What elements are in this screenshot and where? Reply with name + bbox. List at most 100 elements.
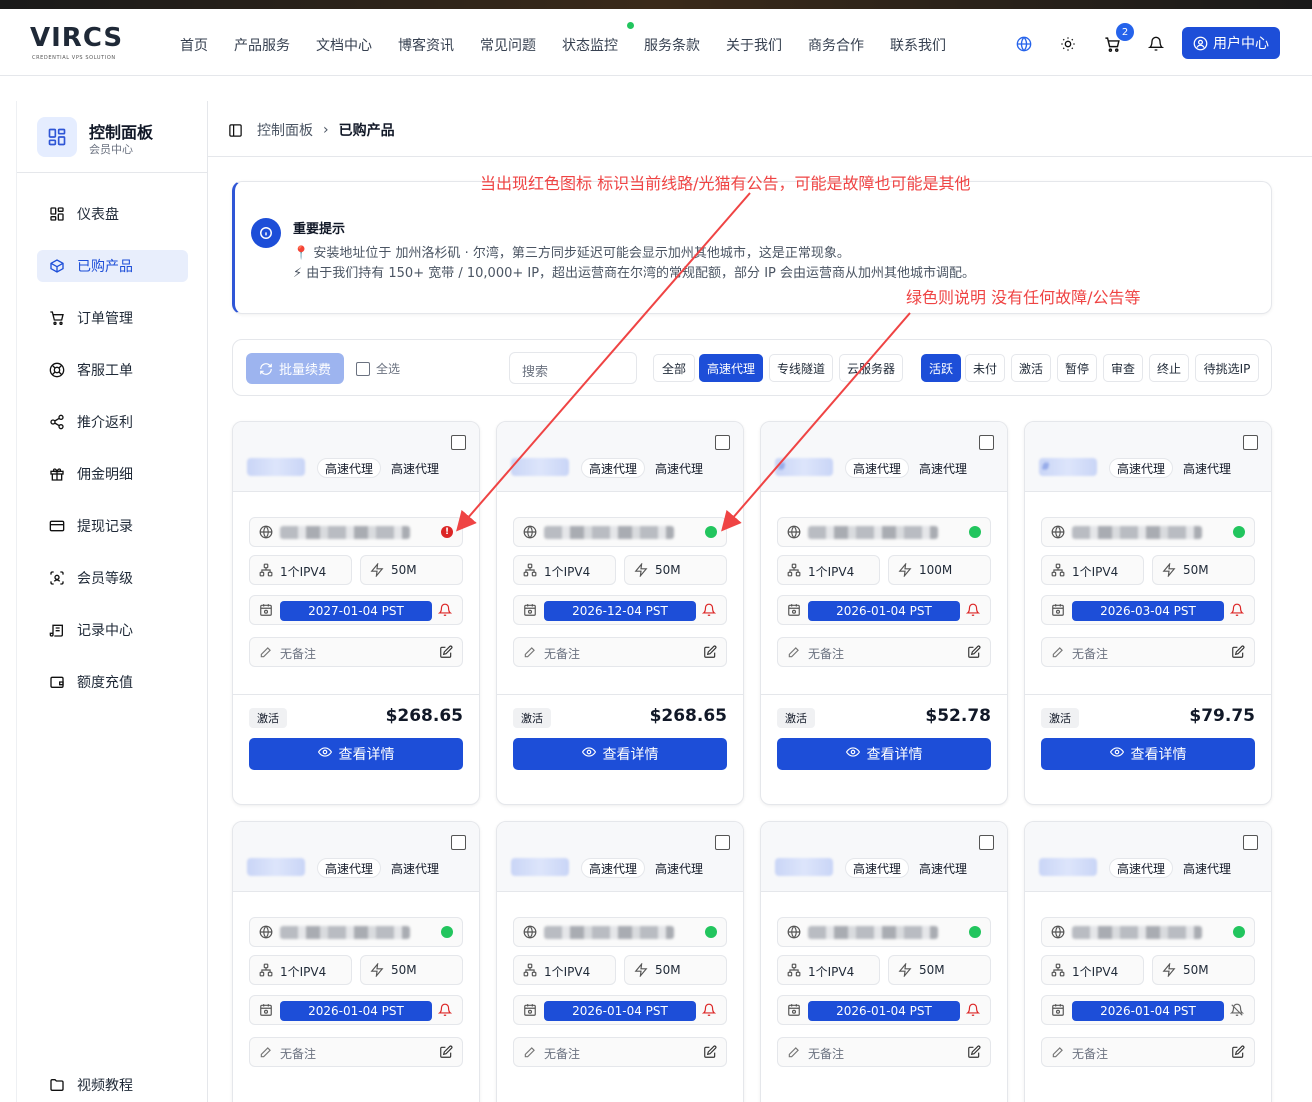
card-checkbox[interactable]	[1243, 435, 1258, 450]
filter-state-active[interactable]: 活跃	[921, 354, 961, 382]
status-alert-icon[interactable]: !	[441, 526, 453, 538]
note-row[interactable]: 无备注	[777, 637, 991, 667]
card-checkbox[interactable]	[715, 835, 730, 850]
sidebar-item-dashboard[interactable]: 仪表盘	[37, 198, 188, 230]
nav-blog[interactable]: 博客资讯	[398, 35, 454, 55]
ip-row[interactable]	[513, 517, 727, 547]
product-name[interactable]	[247, 458, 305, 476]
search-input[interactable]: 搜索	[509, 352, 637, 384]
note-row[interactable]: 无备注	[777, 1037, 991, 1067]
nav-status[interactable]: 状态监控	[562, 35, 618, 55]
ip-row[interactable]	[1041, 917, 1255, 947]
filter-type-all[interactable]: 全部	[653, 354, 695, 382]
user-center-button[interactable]: 用户中心	[1182, 27, 1280, 59]
filter-type-cloud[interactable]: 云服务器	[839, 354, 903, 382]
card-checkbox[interactable]	[451, 435, 466, 450]
sidebar-item-membership[interactable]: 会员等级	[37, 562, 188, 594]
edit-note-icon[interactable]	[703, 645, 717, 662]
bell-icon[interactable]	[701, 1003, 717, 1020]
status-ok-dot[interactable]	[705, 526, 717, 538]
product-name[interactable]	[247, 858, 305, 876]
sidebar-item-purchased[interactable]: 已购产品	[37, 250, 188, 282]
status-ok-dot[interactable]	[1233, 526, 1245, 538]
sidebar-toggle-icon[interactable]	[228, 123, 243, 138]
nav-business[interactable]: 商务合作	[808, 35, 864, 55]
sidebar-item-video-tutorial[interactable]: 视频教程	[37, 1069, 188, 1101]
product-name[interactable]: #	[775, 458, 833, 476]
select-all[interactable]: 全选	[356, 360, 400, 377]
view-details-button[interactable]: 查看详情	[513, 738, 727, 770]
status-ok-dot[interactable]	[705, 926, 717, 938]
bell-off-icon[interactable]	[1229, 1003, 1245, 1020]
edit-note-icon[interactable]	[967, 645, 981, 662]
note-row[interactable]: 无备注	[513, 637, 727, 667]
sidebar-item-referral[interactable]: 推介返利	[37, 406, 188, 438]
site-logo[interactable]: VIRCS CREDENTIAL VPS SOLUTION	[30, 23, 130, 63]
nav-products[interactable]: 产品服务	[234, 35, 290, 55]
note-row[interactable]: 无备注	[249, 1037, 463, 1067]
sidebar-item-orders[interactable]: 订单管理	[37, 302, 188, 334]
bell-icon[interactable]	[1229, 603, 1245, 620]
filter-type-proxy[interactable]: 高速代理	[699, 354, 763, 382]
nav-docs[interactable]: 文档中心	[316, 35, 372, 55]
ip-row[interactable]	[777, 517, 991, 547]
view-details-button[interactable]: 查看详情	[777, 738, 991, 770]
view-details-button[interactable]: 查看详情	[1041, 738, 1255, 770]
globe-icon[interactable]	[1015, 35, 1033, 53]
edit-note-icon[interactable]	[1231, 1045, 1245, 1062]
ip-row[interactable]	[513, 917, 727, 947]
edit-note-icon[interactable]	[1231, 645, 1245, 662]
bell-icon[interactable]	[437, 1003, 453, 1020]
card-checkbox[interactable]	[715, 435, 730, 450]
nav-faq[interactable]: 常见问题	[480, 35, 536, 55]
sidebar-item-topup[interactable]: 额度充值	[37, 666, 188, 698]
note-row[interactable]: 无备注	[1041, 637, 1255, 667]
card-checkbox[interactable]	[1243, 835, 1258, 850]
filter-state-pending-ip[interactable]: 待挑选IP	[1195, 354, 1259, 382]
edit-note-icon[interactable]	[703, 1045, 717, 1062]
edit-note-icon[interactable]	[439, 1045, 453, 1062]
bell-icon[interactable]	[1147, 35, 1165, 53]
select-all-checkbox[interactable]	[356, 361, 370, 376]
nav-contact[interactable]: 联系我们	[890, 35, 946, 55]
edit-note-icon[interactable]	[439, 645, 453, 662]
bell-icon[interactable]	[701, 603, 717, 620]
status-ok-dot[interactable]	[969, 926, 981, 938]
filter-state-paused[interactable]: 暂停	[1057, 354, 1097, 382]
filter-state-activated[interactable]: 激活	[1011, 354, 1051, 382]
product-name[interactable]	[775, 858, 833, 876]
edit-note-icon[interactable]	[967, 1045, 981, 1062]
breadcrumb-parent[interactable]: 控制面板	[257, 120, 313, 140]
card-checkbox[interactable]	[979, 435, 994, 450]
ip-row[interactable]: !	[249, 517, 463, 547]
status-ok-dot[interactable]	[441, 926, 453, 938]
product-name[interactable]: #	[1039, 458, 1097, 476]
nav-terms[interactable]: 服务条款	[644, 35, 700, 55]
product-name[interactable]	[1039, 858, 1097, 876]
sidebar-item-commission[interactable]: 佣金明细	[37, 458, 188, 490]
filter-state-terminated[interactable]: 终止	[1149, 354, 1189, 382]
card-checkbox[interactable]	[451, 835, 466, 850]
ip-row[interactable]	[249, 917, 463, 947]
bell-icon[interactable]	[965, 1003, 981, 1020]
nav-home[interactable]: 首页	[180, 35, 208, 55]
card-checkbox[interactable]	[979, 835, 994, 850]
product-name[interactable]	[511, 858, 569, 876]
product-name[interactable]	[511, 458, 569, 476]
ip-row[interactable]	[1041, 517, 1255, 547]
note-row[interactable]: 无备注	[249, 637, 463, 667]
ip-row[interactable]	[777, 917, 991, 947]
sun-icon[interactable]	[1059, 35, 1077, 53]
view-details-button[interactable]: 查看详情	[249, 738, 463, 770]
batch-renew-button[interactable]: 批量续费	[246, 353, 344, 384]
filter-state-review[interactable]: 审查	[1103, 354, 1143, 382]
note-row[interactable]: 无备注	[513, 1037, 727, 1067]
bell-icon[interactable]	[437, 603, 453, 620]
filter-state-unpaid[interactable]: 未付	[965, 354, 1005, 382]
bell-icon[interactable]	[965, 603, 981, 620]
sidebar-item-tickets[interactable]: 客服工单	[37, 354, 188, 386]
status-ok-dot[interactable]	[1233, 926, 1245, 938]
sidebar-item-withdrawals[interactable]: 提现记录	[37, 510, 188, 542]
note-row[interactable]: 无备注	[1041, 1037, 1255, 1067]
nav-about[interactable]: 关于我们	[726, 35, 782, 55]
